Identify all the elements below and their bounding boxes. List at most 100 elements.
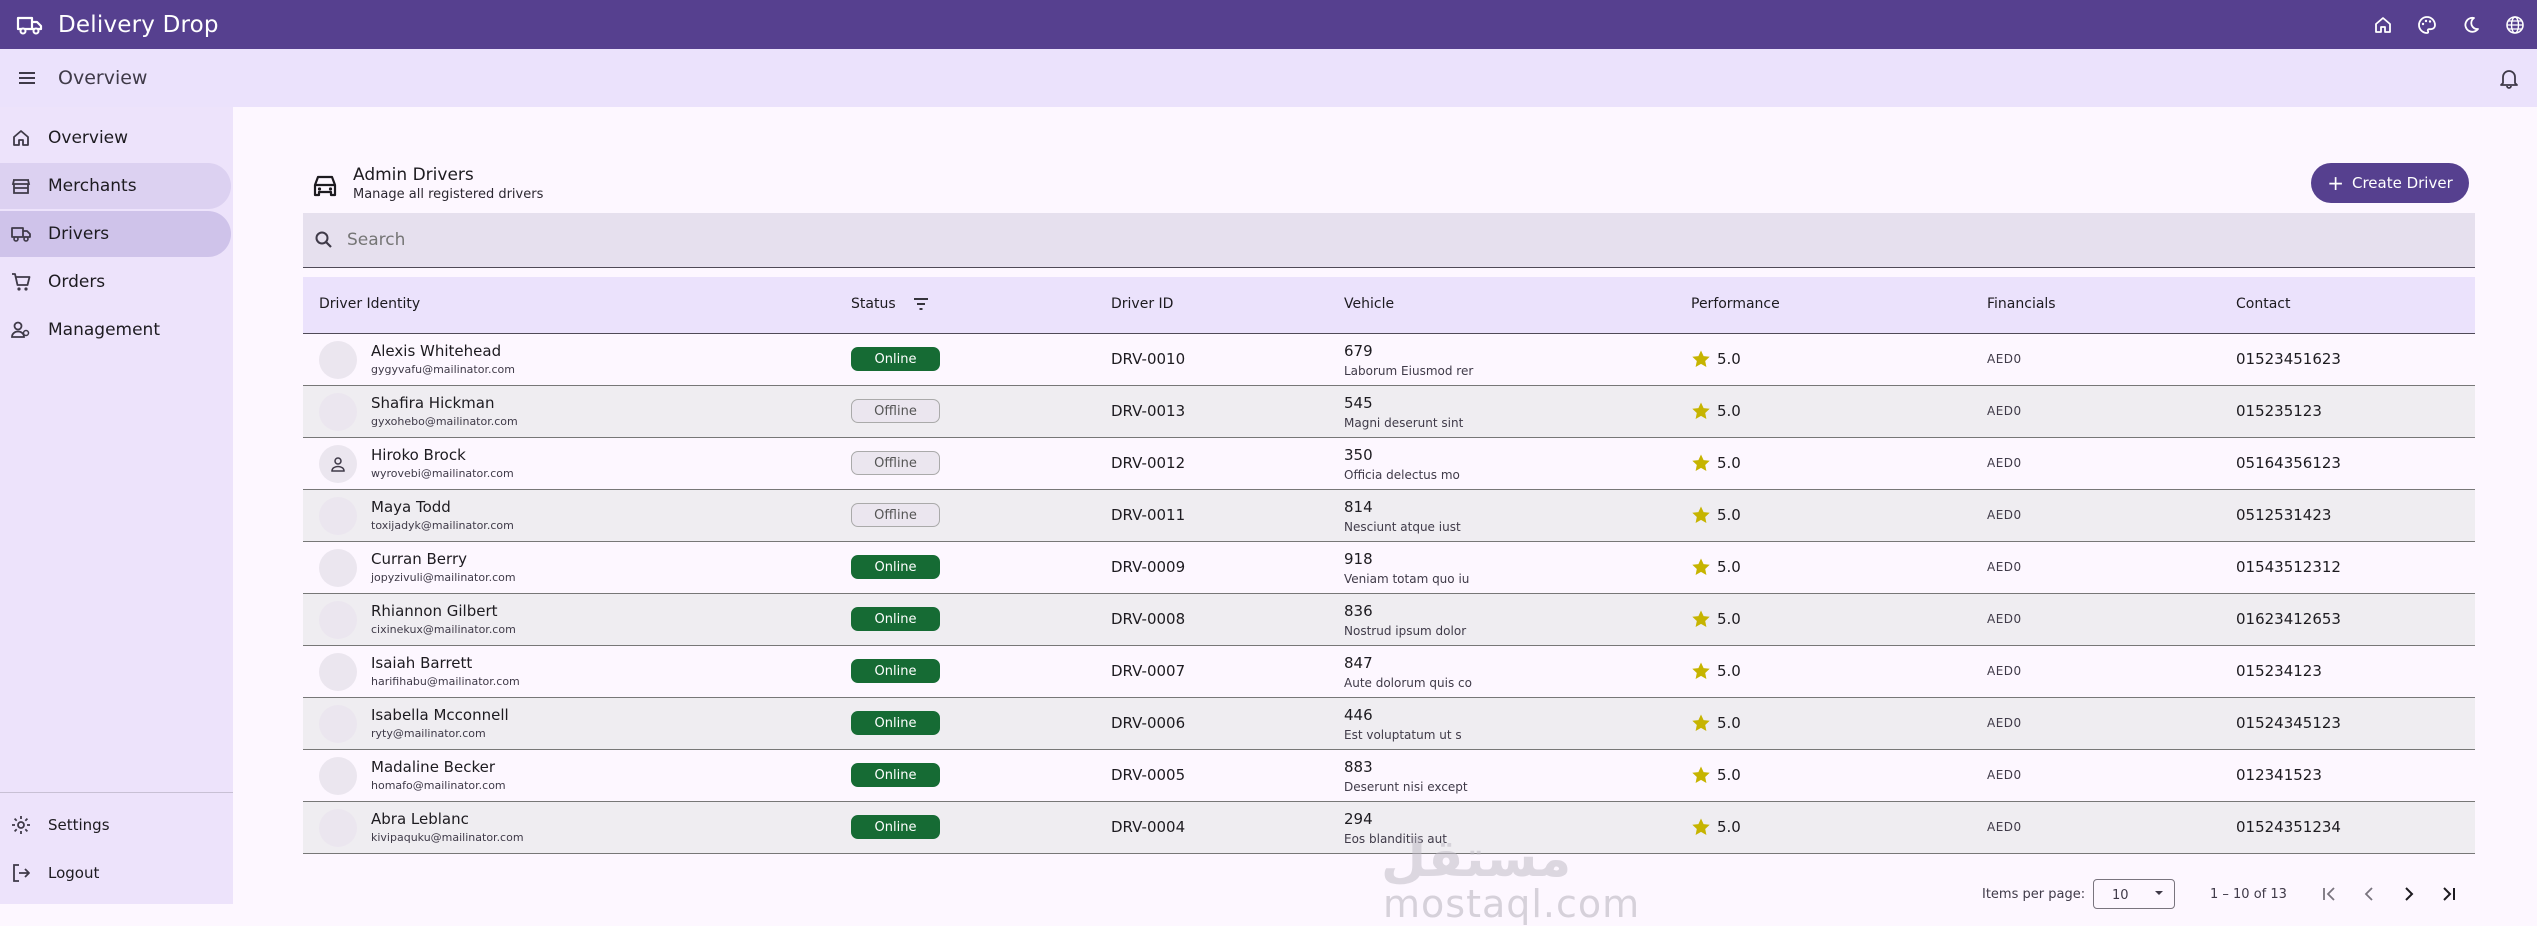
vehicle-number: 918 [1344, 550, 1373, 568]
table-row[interactable]: Shafira Hickman gyxohebo@mailinator.com Of… [303, 386, 2475, 438]
status-badge: Online [851, 347, 940, 371]
filter-icon[interactable] [911, 294, 931, 314]
section-title: Admin Drivers [353, 165, 474, 185]
plus-icon: + [2327, 171, 2344, 195]
vehicle-name: Est voluptatum ut s [1344, 728, 1462, 742]
column-header-financials[interactable]: Financials [1987, 296, 2056, 312]
status-badge: Online [851, 815, 940, 839]
driver-email: gygyvafu@mailinator.com [371, 363, 515, 376]
table-row[interactable]: Isabella Mcconnell ryty@mailinator.com Onl… [303, 698, 2475, 750]
vehicle-number: 883 [1344, 758, 1373, 776]
palette-icon[interactable] [2405, 3, 2449, 47]
create-driver-button[interactable]: + Create Driver [2311, 163, 2469, 203]
table-row[interactable]: Rhiannon Gilbert cixinekux@mailinator.com… [303, 594, 2475, 646]
driver-email: jopyzivuli@mailinator.com [371, 571, 516, 584]
table-row[interactable]: Alexis Whitehead gygyvafu@mailinator.com O… [303, 334, 2475, 386]
first-page-icon[interactable] [2318, 883, 2340, 905]
table-row[interactable]: Maya Todd toxijadyk@mailinator.com Offline… [303, 490, 2475, 542]
app-title: Delivery Drop [58, 11, 219, 38]
vehicle-number: 350 [1344, 446, 1373, 464]
car-icon [309, 171, 341, 203]
avatar [319, 757, 357, 795]
language-icon[interactable] [2493, 3, 2537, 47]
driver-id: DRV-0007 [1111, 662, 1186, 680]
logout-icon [10, 862, 32, 884]
star-icon [1691, 349, 1711, 369]
performance-rating: 5.0 [1717, 350, 1741, 368]
sidebar-item-label: Merchants [48, 176, 137, 196]
search-field[interactable] [303, 213, 2475, 268]
driver-id: DRV-0013 [1111, 402, 1186, 420]
table-row[interactable]: Isaiah Barrett harifihabu@mailinator.com O… [303, 646, 2475, 698]
performance-rating: 5.0 [1717, 558, 1741, 576]
performance-rating: 5.0 [1717, 402, 1741, 420]
vehicle-name: Magni deserunt sint [1344, 416, 1464, 430]
sidebar-item-drivers[interactable]: Drivers [0, 211, 231, 257]
contact-phone: 01524351234 [2236, 818, 2341, 836]
items-per-page-label: Items per page: [1982, 887, 2086, 902]
cart-icon [10, 271, 32, 293]
driver-email: wyrovebi@mailinator.com [371, 467, 514, 480]
star-icon [1691, 557, 1711, 577]
previous-page-icon[interactable] [2358, 883, 2380, 905]
financials-value: AED0 [1987, 456, 2022, 470]
performance-rating: 5.0 [1717, 610, 1741, 628]
star-icon [1691, 609, 1711, 629]
vehicle-number: 679 [1344, 342, 1373, 360]
table-header: Driver Identity Status Driver ID Vehicle… [303, 277, 2475, 334]
driver-email: kivipaquku@mailinator.com [371, 831, 524, 844]
financials-value: AED0 [1987, 716, 2022, 730]
next-page-icon[interactable] [2398, 883, 2420, 905]
create-driver-label: Create Driver [2351, 174, 2453, 192]
vehicle-number: 836 [1344, 602, 1373, 620]
truck-logo-icon [16, 14, 44, 36]
driver-email: gyxohebo@mailinator.com [371, 415, 518, 428]
last-page-icon[interactable] [2438, 883, 2460, 905]
sidebar-item-label: Logout [48, 864, 100, 882]
table-row[interactable]: Curran Berry jopyzivuli@mailinator.com Onl… [303, 542, 2475, 594]
vehicle-number: 814 [1344, 498, 1373, 516]
driver-name: Alexis Whitehead [371, 342, 502, 360]
search-input[interactable] [347, 230, 2147, 250]
driver-id: DRV-0009 [1111, 558, 1186, 576]
contact-phone: 0512531423 [2236, 506, 2332, 524]
column-header-driver-identity[interactable]: Driver Identity [319, 296, 420, 312]
avatar [319, 549, 357, 587]
sidebar-item-label: Orders [48, 272, 106, 292]
sidebar-item-overview[interactable]: Overview [0, 115, 231, 161]
page-range-label: 1 – 10 of 13 [2210, 887, 2287, 902]
column-header-contact[interactable]: Contact [2236, 296, 2290, 312]
sidebar-item-orders[interactable]: Orders [0, 259, 231, 305]
items-per-page-select[interactable]: 10 [2093, 879, 2175, 909]
home-icon[interactable] [2361, 3, 2405, 47]
driver-id: DRV-0006 [1111, 714, 1186, 732]
table-row[interactable]: Madaline Becker homafo@mailinator.com Onli… [303, 750, 2475, 802]
avatar [319, 445, 357, 483]
avatar [319, 497, 357, 535]
vehicle-name: Aute dolorum quis co [1344, 676, 1472, 690]
vehicle-number: 446 [1344, 706, 1373, 724]
sidebar-item-settings[interactable]: Settings [0, 805, 231, 845]
app-bar: Delivery Drop [0, 0, 2537, 49]
sidebar-item-merchants[interactable]: Merchants [0, 163, 231, 209]
financials-value: AED0 [1987, 560, 2022, 574]
page-header-bar: Overview [0, 49, 2537, 107]
column-header-vehicle[interactable]: Vehicle [1344, 296, 1394, 312]
driver-email: homafo@mailinator.com [371, 779, 506, 792]
sidebar-item-label: Overview [48, 128, 129, 148]
column-header-driver-id[interactable]: Driver ID [1111, 296, 1173, 312]
dark-mode-icon[interactable] [2449, 3, 2493, 47]
paginator: Items per page: 10 1 – 10 of 13 [233, 879, 2537, 909]
sidebar-item-label: Settings [48, 816, 110, 834]
driver-id: DRV-0010 [1111, 350, 1186, 368]
status-badge: Online [851, 659, 940, 683]
table-row[interactable]: Hiroko Brock wyrovebi@mailinator.com Offli… [303, 438, 2475, 490]
column-header-performance[interactable]: Performance [1691, 296, 1780, 312]
menu-icon[interactable] [16, 67, 44, 89]
column-header-status[interactable]: Status [851, 296, 896, 312]
sidebar-item-logout[interactable]: Logout [0, 853, 231, 893]
vehicle-number: 294 [1344, 810, 1373, 828]
financials-value: AED0 [1987, 820, 2022, 834]
notification-bell-icon[interactable] [2493, 62, 2525, 94]
sidebar-item-management[interactable]: Management [0, 307, 231, 353]
